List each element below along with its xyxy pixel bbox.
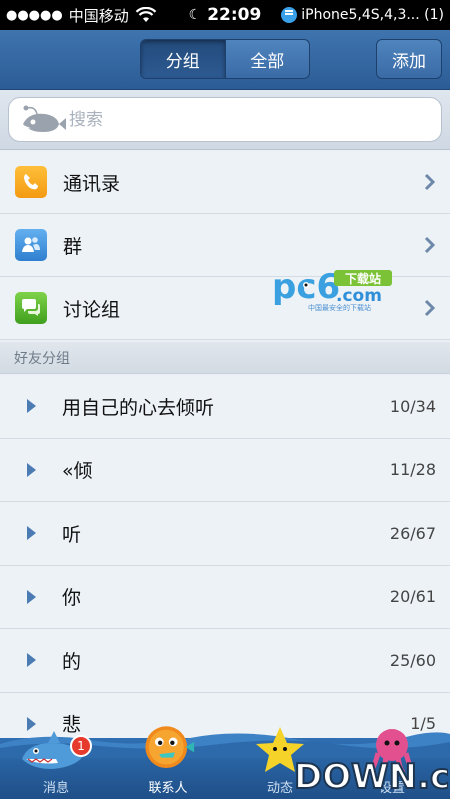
status-time: 22:09 [207,5,262,25]
group-count: 11/28 [389,460,436,480]
expand-triangle-icon [27,462,36,477]
notification-bubble-icon [281,7,298,23]
chevron-right-icon [424,173,436,191]
pc6-tagline-text: 中国最安全的下载站 [308,303,371,312]
friend-group-list: 用自己的心去倾听 10/34 «倾 11/28 听 26/67 你 20/61 … [0,375,450,756]
moon-icon: ☾ [188,7,202,23]
search-area [0,90,450,150]
view-segmented-control: 分组 全部 [140,39,310,79]
section-header-friend-groups: 好友分组 [0,342,450,374]
menu-item-contacts[interactable]: 通讯录 [0,151,450,214]
pc6-sub-text: 下载站 [345,271,381,286]
tab-label: 联系人 [148,781,188,796]
down-cc-text: DOWN.cc [294,757,448,797]
group-name: 你 [62,587,82,610]
pc6-domain-text: .com [336,286,382,306]
search-fish-icon [23,105,66,132]
expand-triangle-icon [27,399,36,414]
tab-groups[interactable]: 分组 [141,40,225,78]
unread-badge: 1 [70,735,92,757]
nav-bar: 分组 全部 添加 [0,30,450,90]
group-count: 20/61 [389,587,436,607]
group-count: 25/60 [389,650,436,670]
wifi-icon [135,7,157,22]
status-bar: ●●●●● 中国移动 ☾ 22:09 iPhone5,4S,4,3... (1) [0,0,450,30]
tab-messages[interactable]: 消息 1 [18,721,94,799]
chat-icon [15,292,47,324]
group-name: 用自己的心去倾听 [62,396,215,419]
pc6-watermark: pc6 下载站 .com 中国最安全的下载站 [272,267,400,312]
expand-triangle-icon [27,653,36,668]
tab-label: 消息 [42,781,69,796]
group-row[interactable]: 的 25/60 [0,629,450,693]
menu-item-label: 通讯录 [63,172,121,195]
group-row[interactable]: 用自己的心去倾听 10/34 [0,375,450,439]
carrier-name: 中国移动 [68,6,129,25]
group-name: 的 [62,650,82,673]
status-notification: iPhone5,4S,4,3... (1) [301,7,444,23]
expand-triangle-icon [27,526,36,541]
group-name: 听 [62,523,82,546]
group-row[interactable]: «倾 11/28 [0,438,450,502]
group-row[interactable]: 你 20/61 [0,565,450,629]
chevron-right-icon [424,236,436,254]
phone-icon [15,166,47,198]
menu-item-label: 群 [63,235,83,258]
add-button[interactable]: 添加 [376,39,442,79]
tab-all[interactable]: 全部 [224,40,310,78]
signal-icon: ●●●●● [6,7,63,23]
group-count: 26/67 [389,523,436,543]
search-box[interactable] [8,97,442,142]
tab-contacts[interactable]: 联系人 [136,721,200,799]
down-cc-watermark: DOWN.cc [290,746,450,798]
group-name: «倾 [62,460,93,483]
search-input[interactable] [69,109,369,130]
pufferfish-icon [145,726,195,769]
group-count: 10/34 [389,396,436,416]
group-row[interactable]: 听 26/67 [0,502,450,566]
group-icon [15,229,47,261]
chevron-right-icon [424,299,436,317]
expand-triangle-icon [27,589,36,604]
menu-item-label: 讨论组 [63,298,121,321]
